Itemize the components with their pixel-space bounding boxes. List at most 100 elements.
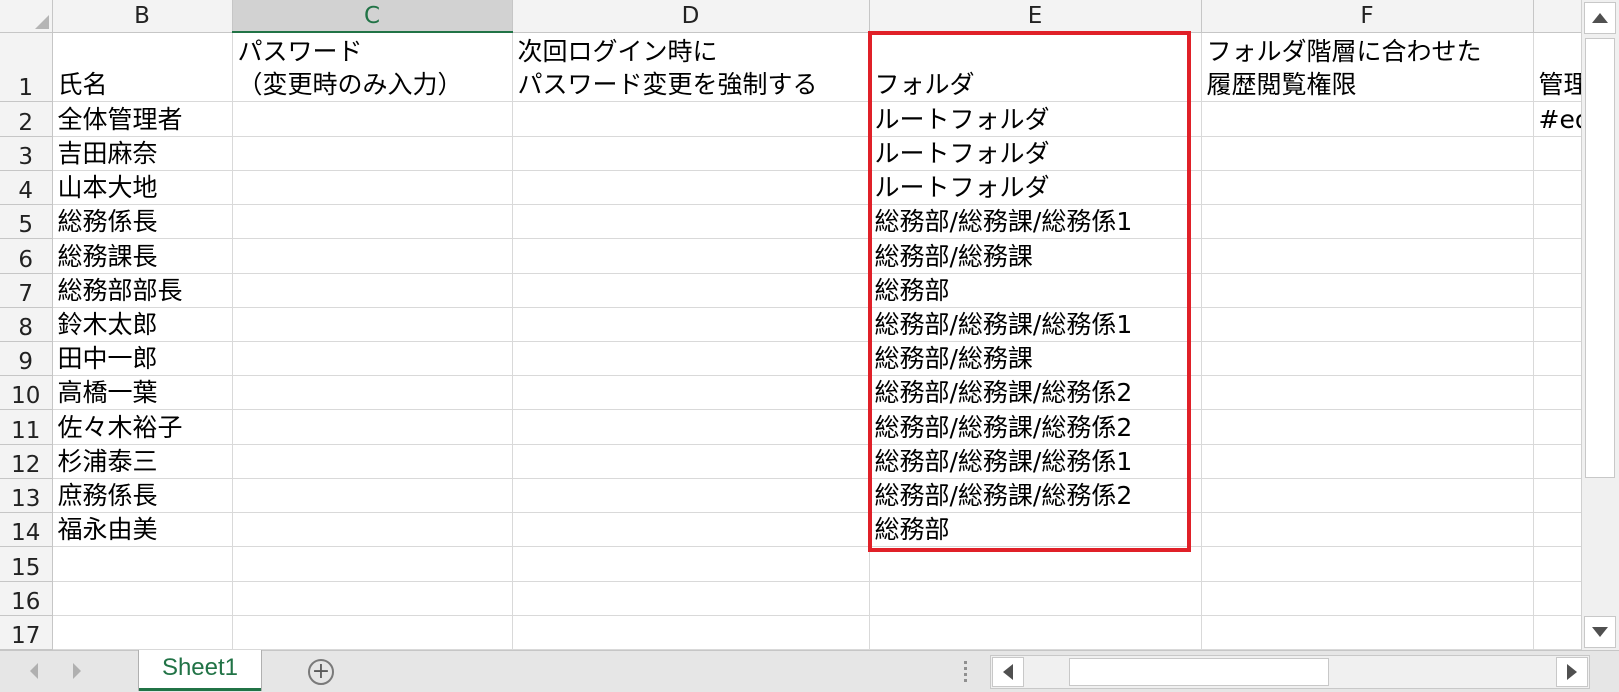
cell-f[interactable]: フォルダ階層に合わせた 履歴閲覧権限 — [1201, 32, 1534, 103]
cell-b[interactable]: 福永由美 — [52, 512, 233, 548]
column-header-c[interactable]: C — [232, 0, 513, 33]
cell-c[interactable] — [232, 307, 513, 343]
cell-f[interactable] — [1201, 204, 1534, 240]
cell-f[interactable] — [1201, 581, 1534, 616]
cell-c[interactable] — [232, 444, 513, 479]
cell-e[interactable]: 総務部/総務課/総務係2 — [869, 375, 1202, 411]
sheet-tab-sheet1[interactable]: Sheet1 — [139, 650, 261, 691]
scroll-left-button[interactable] — [992, 657, 1024, 687]
cell-g[interactable] — [1533, 512, 1582, 548]
next-sheet-icon[interactable] — [73, 663, 81, 679]
cell-d[interactable] — [512, 136, 870, 171]
cell-c[interactable] — [232, 204, 513, 240]
cell-e[interactable]: 総務部/総務課/総務係2 — [869, 409, 1202, 445]
cell-d[interactable] — [512, 101, 870, 137]
cell-b[interactable] — [52, 581, 233, 616]
cell-b[interactable]: 山本大地 — [52, 170, 233, 206]
select-all-corner[interactable] — [0, 0, 53, 33]
cell-c[interactable] — [232, 478, 513, 514]
cell-b[interactable]: 高橋一葉 — [52, 375, 233, 411]
cell-g[interactable] — [1533, 136, 1582, 171]
cell-g[interactable] — [1533, 375, 1582, 411]
row-header[interactable]: 13 — [0, 478, 53, 514]
row-header[interactable]: 5 — [0, 204, 53, 240]
vertical-scroll-thumb[interactable] — [1585, 38, 1615, 478]
cell-c[interactable] — [232, 101, 513, 137]
cell-e[interactable]: 総務部/総務課/総務係1 — [869, 307, 1202, 343]
row-header[interactable]: 1 — [0, 32, 53, 103]
cell-e[interactable]: 総務部 — [869, 273, 1202, 308]
cell-d[interactable]: 次回ログイン時に パスワード変更を強制する — [512, 32, 870, 103]
cell-e[interactable]: ルートフォルダ — [869, 170, 1202, 206]
cell-e[interactable] — [869, 615, 1202, 651]
cell-g[interactable] — [1533, 273, 1582, 308]
cell-d[interactable] — [512, 341, 870, 377]
tab-split-handle[interactable] — [964, 661, 968, 683]
cell-c[interactable] — [232, 581, 513, 616]
column-header-b[interactable]: B — [52, 0, 233, 33]
cell-f[interactable] — [1201, 375, 1534, 411]
cell-f[interactable] — [1201, 341, 1534, 377]
column-header-f[interactable]: F — [1201, 0, 1534, 33]
cell-b[interactable] — [52, 546, 233, 582]
cell-d[interactable] — [512, 478, 870, 514]
cell-e[interactable]: フォルダ — [869, 32, 1202, 103]
cell-d[interactable] — [512, 615, 870, 651]
cell-b[interactable]: 総務課長 — [52, 238, 233, 274]
cell-f[interactable] — [1201, 170, 1534, 206]
cell-g[interactable] — [1533, 307, 1582, 343]
cell-c[interactable] — [232, 238, 513, 274]
cell-f[interactable] — [1201, 136, 1534, 171]
cell-e[interactable]: 総務部 — [869, 512, 1202, 548]
cell-f[interactable] — [1201, 238, 1534, 274]
cell-f[interactable] — [1201, 512, 1534, 548]
scroll-right-button[interactable] — [1556, 657, 1588, 687]
cell-b[interactable]: 総務係長 — [52, 204, 233, 240]
cell-g[interactable] — [1533, 444, 1582, 479]
row-header[interactable]: 15 — [0, 546, 53, 582]
vertical-scrollbar[interactable] — [1581, 0, 1619, 650]
row-header[interactable]: 8 — [0, 307, 53, 343]
cell-e[interactable]: 総務部/総務課/総務係2 — [869, 478, 1202, 514]
cell-d[interactable] — [512, 307, 870, 343]
cell-f[interactable] — [1201, 478, 1534, 514]
cell-f[interactable] — [1201, 273, 1534, 308]
cell-b[interactable]: 鈴木太郎 — [52, 307, 233, 343]
scroll-down-button[interactable] — [1584, 616, 1616, 648]
cell-d[interactable] — [512, 273, 870, 308]
cell-d[interactable] — [512, 238, 870, 274]
cell-c[interactable] — [232, 512, 513, 548]
cell-g[interactable]: #ed — [1533, 101, 1582, 137]
cell-d[interactable] — [512, 375, 870, 411]
cell-g[interactable] — [1533, 409, 1582, 445]
cell-b[interactable]: 佐々木裕子 — [52, 409, 233, 445]
cell-b[interactable]: 氏名 — [52, 32, 233, 103]
cell-d[interactable] — [512, 581, 870, 616]
cell-c[interactable] — [232, 136, 513, 171]
cell-c[interactable] — [232, 273, 513, 308]
add-sheet-icon[interactable]: + — [308, 659, 334, 685]
cell-g[interactable] — [1533, 478, 1582, 514]
row-header[interactable]: 7 — [0, 273, 53, 308]
row-header[interactable]: 4 — [0, 170, 53, 206]
cell-f[interactable] — [1201, 615, 1534, 651]
cell-e[interactable]: 総務部/総務課/総務係1 — [869, 204, 1202, 240]
spreadsheet-grid[interactable]: BCDEF 1 氏名 パスワード （変更時のみ入力） 次回ログイン時に パスワード変更… — [0, 0, 1582, 651]
row-header[interactable]: 11 — [0, 409, 53, 445]
row-header[interactable]: 12 — [0, 444, 53, 479]
cell-b[interactable]: 田中一郎 — [52, 341, 233, 377]
column-header-g[interactable] — [1533, 0, 1582, 33]
cell-b[interactable] — [52, 615, 233, 651]
cell-d[interactable] — [512, 204, 870, 240]
row-header[interactable]: 17 — [0, 615, 53, 651]
cell-c[interactable] — [232, 341, 513, 377]
cell-g[interactable]: 管理 — [1533, 32, 1582, 103]
cell-g[interactable] — [1533, 615, 1582, 651]
row-header[interactable]: 10 — [0, 375, 53, 411]
cell-c[interactable] — [232, 409, 513, 445]
cell-g[interactable] — [1533, 581, 1582, 616]
cell-b[interactable]: 総務部部長 — [52, 273, 233, 308]
cell-f[interactable] — [1201, 444, 1534, 479]
cell-g[interactable] — [1533, 170, 1582, 206]
cell-e[interactable] — [869, 581, 1202, 616]
